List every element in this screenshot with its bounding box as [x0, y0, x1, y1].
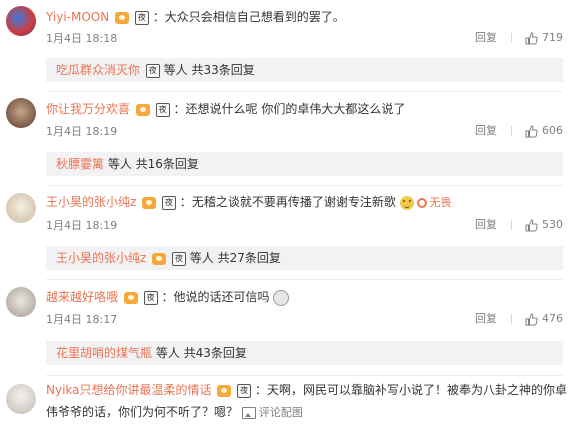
comment-list: Yiyi-MOON 夜 ：大众只会相信自己想看到的罢了。 1月4日 18:18 … — [0, 0, 573, 425]
comment-actions: 回复 476 — [475, 310, 563, 326]
topic-link-label: 无畏 — [429, 196, 452, 209]
username[interactable]: 你让我万分欢喜 — [46, 102, 130, 116]
husky-emoji-icon — [273, 289, 290, 306]
vip-icon[interactable] — [217, 384, 232, 397]
divider — [46, 185, 563, 186]
comment-text: 还想说什么呢 你们的卓伟大大都这么说了 — [185, 102, 406, 116]
thumbs-up-icon — [525, 31, 538, 44]
avatar[interactable] — [6, 384, 36, 414]
reply-count[interactable]: 等人 共43条回复 — [156, 346, 247, 360]
reply-button[interactable]: 回复 — [475, 31, 497, 44]
reply-button[interactable]: 回复 — [475, 218, 497, 231]
reply-count[interactable]: 等人 共27条回复 — [190, 251, 281, 265]
reply-user[interactable]: 花里胡哨的煤气瓶 — [56, 346, 152, 360]
vip-icon[interactable] — [135, 103, 150, 116]
reply-count[interactable]: 等人 共33条回复 — [164, 63, 255, 77]
link-icon — [417, 198, 428, 208]
username[interactable]: 王小昊的张小纯z — [46, 195, 136, 209]
comment-time: 1月4日 18:18 — [46, 32, 118, 45]
comment-text: 无稽之谈就不要再传播了谢谢专注新歌 — [191, 195, 396, 209]
avatar[interactable] — [6, 193, 36, 223]
view-image-link[interactable]: 评论配图 — [241, 406, 303, 419]
night-badge-icon[interactable]: 夜 — [134, 10, 149, 25]
divider — [46, 91, 563, 92]
thumbs-up-icon — [525, 218, 538, 231]
comment-actions: 回复 530 — [475, 216, 563, 232]
night-badge-icon[interactable]: 夜 — [143, 290, 158, 305]
night-badge-icon: 夜 — [171, 251, 186, 266]
comment-text: 他说的话还可信吗 — [173, 290, 270, 304]
night-badge-icon: 夜 — [145, 63, 160, 78]
reply-button[interactable]: 回复 — [475, 124, 497, 137]
like-button[interactable]: 530 — [525, 218, 563, 231]
like-count: 476 — [542, 312, 563, 325]
like-count: 719 — [542, 31, 563, 44]
reply-summary[interactable]: 吃瓜群众消灭你 夜 等人 共33条回复 — [46, 58, 563, 82]
colon: ： — [255, 383, 268, 397]
like-button[interactable]: 476 — [525, 312, 563, 325]
night-badge-icon[interactable]: 夜 — [161, 195, 176, 210]
night-badge-icon[interactable]: 夜 — [155, 102, 170, 117]
reply-user[interactable]: 吃瓜群众消灭你 — [56, 63, 140, 77]
vip-icon — [152, 252, 167, 265]
username[interactable]: Yiyi-MOON — [46, 10, 109, 24]
comment-actions: 回复 606 — [475, 122, 563, 138]
comment-time: 1月4日 18:19 — [46, 125, 118, 138]
reply-count[interactable]: 等人 共16条回复 — [108, 157, 199, 171]
colon: ： — [161, 290, 174, 304]
vip-icon[interactable] — [142, 196, 157, 209]
vip-icon[interactable] — [123, 291, 138, 304]
thumbs-up-icon — [525, 124, 538, 137]
picture-icon — [241, 407, 256, 419]
like-count: 606 — [542, 124, 563, 137]
reply-summary[interactable]: 王小昊的张小纯z 夜 等人 共27条回复 — [46, 246, 563, 270]
comment-time: 1月4日 18:17 — [46, 313, 118, 326]
like-button[interactable]: 719 — [525, 31, 563, 44]
action-divider — [510, 33, 512, 43]
vip-icon[interactable] — [115, 11, 130, 24]
action-divider — [510, 220, 512, 230]
reply-user[interactable]: 秋膘霎篱 — [56, 157, 104, 171]
avatar[interactable] — [6, 98, 36, 128]
view-image-label: 评论配图 — [258, 406, 303, 419]
thumbs-up-icon — [525, 312, 538, 325]
like-button[interactable]: 606 — [525, 124, 563, 137]
colon: ： — [179, 195, 192, 209]
reply-summary[interactable]: 花里胡哨的煤气瓶 等人 共43条回复 — [46, 341, 563, 365]
action-divider — [510, 314, 512, 324]
username[interactable]: Nyika只想给你讲最温柔的情话 — [46, 383, 212, 397]
avatar[interactable] — [6, 6, 36, 36]
reply-user[interactable]: 王小昊的张小纯z — [56, 251, 146, 265]
reply-summary[interactable]: 秋膘霎篱 等人 共16条回复 — [46, 152, 563, 176]
avatar[interactable] — [6, 287, 36, 317]
comment-text: 大众只会相信自己想看到的罢了。 — [164, 10, 345, 24]
comment-actions: 回复 719 — [475, 29, 563, 45]
action-divider — [510, 126, 512, 136]
divider — [46, 279, 563, 280]
night-badge-icon[interactable]: 夜 — [237, 383, 252, 398]
reply-button[interactable]: 回复 — [475, 312, 497, 325]
username[interactable]: 越来越好咯哦 — [46, 290, 118, 304]
comment-text: 天啊，网民可以靠脑补写小说了！被奉为八卦之神的你卓 — [267, 383, 568, 397]
like-count: 530 — [542, 218, 563, 231]
colon: ： — [173, 102, 186, 116]
smile-emoji-icon — [399, 195, 414, 210]
colon: ： — [152, 10, 165, 24]
topic-link[interactable]: 无畏 — [417, 196, 451, 209]
comment-text-continued: 伟爷爷的话，你们为何不听了？嗯？ — [46, 405, 239, 419]
divider — [46, 375, 563, 376]
comment-time: 1月4日 18:19 — [46, 219, 118, 232]
